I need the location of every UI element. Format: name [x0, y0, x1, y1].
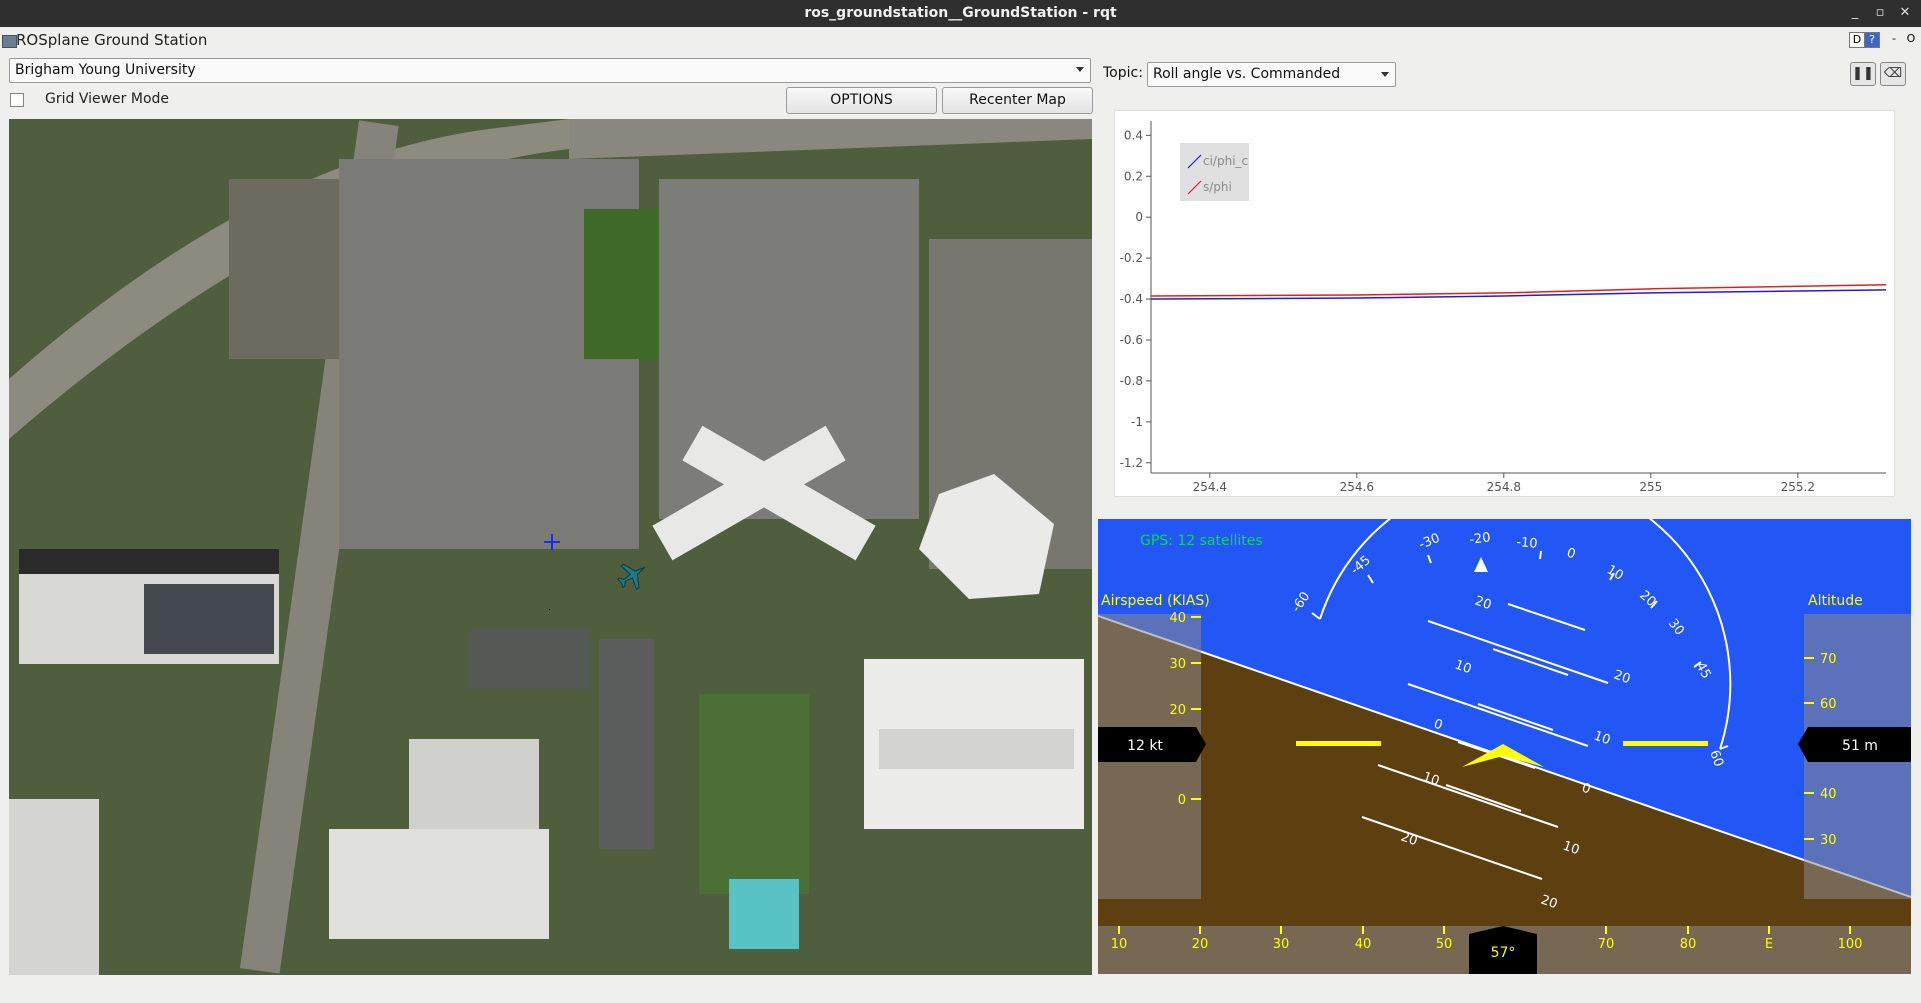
- legend-label: ci/phi_c: [1203, 154, 1248, 168]
- heading-tick: 70: [1598, 937, 1615, 952]
- altitude-title: Altitude: [1808, 593, 1863, 609]
- topic-select[interactable]: Roll angle vs. Commanded: [1147, 62, 1396, 87]
- altitude-tick: 70: [1820, 652, 1837, 667]
- chevron-down-icon: [1381, 72, 1389, 77]
- roll-label: -20: [1468, 530, 1491, 548]
- heading-tick: 30: [1273, 937, 1290, 952]
- close-button[interactable]: ✕: [1896, 4, 1914, 22]
- pause-icon: ❚❚: [1852, 66, 1874, 81]
- heading-tick: 100: [1838, 937, 1863, 952]
- series-line: [1150, 283, 1887, 297]
- minimize-plugin-button[interactable]: -: [1887, 32, 1901, 46]
- airspeed-tick: 30: [1169, 657, 1186, 672]
- close-plugin-button[interactable]: O: [1904, 32, 1918, 46]
- x-tick-label: 254.4: [1193, 480, 1227, 494]
- heading-tick: E: [1765, 937, 1773, 952]
- airspeed-value: 12 kt: [1127, 738, 1163, 754]
- satellite-map[interactable]: [9, 119, 1092, 975]
- clear-plot-button[interactable]: ⌫: [1880, 62, 1906, 86]
- y-tick-label: -0.6: [1120, 333, 1143, 347]
- minimize-button[interactable]: _: [1846, 4, 1864, 22]
- location-select[interactable]: Brigham Young University: [9, 58, 1091, 83]
- x-tick-label: 254.8: [1487, 480, 1521, 494]
- heading-tick: 10: [1111, 937, 1128, 952]
- altitude-tick: 40: [1820, 787, 1837, 802]
- x-tick-label: 255.2: [1781, 480, 1815, 494]
- series-line: [1150, 289, 1887, 300]
- plugin-icon: [2, 35, 17, 48]
- chevron-down-icon: [1076, 67, 1084, 72]
- location-select-value: Brigham Young University: [15, 62, 196, 78]
- x-tick-label: 254.6: [1340, 480, 1374, 494]
- y-tick-label: -0.4: [1120, 292, 1143, 306]
- altitude-tick: 60: [1820, 697, 1837, 712]
- airspeed-tick: 0: [1178, 793, 1186, 808]
- recenter-map-button[interactable]: Recenter Map: [942, 87, 1093, 114]
- y-tick-label: -0.2: [1120, 251, 1143, 265]
- gps-status: GPS: 12 satellites: [1140, 533, 1263, 549]
- heading-tick: 20: [1192, 937, 1209, 952]
- window-title: ros_groundstation__GroundStation - rqt: [804, 5, 1117, 21]
- plugin-header: ROSplane Ground Station D ? - O: [0, 27, 1921, 53]
- help-button[interactable]: ?: [1864, 32, 1880, 48]
- attitude-hud: GPS: 12 satellites -60 -45 -30 -20 -10 0…: [1098, 519, 1911, 974]
- heading-tick: 40: [1355, 937, 1372, 952]
- heading-value: 57°: [1491, 945, 1516, 961]
- roll-label: -10: [1516, 535, 1538, 552]
- hud-canvas: GPS: 12 satellites -60 -45 -30 -20 -10 0…: [1098, 519, 1911, 974]
- restore-button[interactable]: ▫: [1871, 4, 1889, 22]
- x-tick-label: 255: [1639, 480, 1662, 494]
- altitude-value: 51 m: [1842, 738, 1878, 754]
- y-tick-label: -0.8: [1120, 374, 1143, 388]
- y-tick-label: 0: [1135, 210, 1143, 224]
- clear-icon: ⌫: [1883, 66, 1903, 81]
- y-tick-label: -1: [1131, 415, 1143, 429]
- options-button[interactable]: OPTIONS: [786, 87, 937, 114]
- y-tick-label: 0.4: [1124, 128, 1143, 142]
- waypoint-crosshair-icon[interactable]: [544, 534, 560, 550]
- plot-canvas: 0.4 0.2 0 -0.2 -0.4 -0.6 -0.8 -1 -1.2 254.4 254.6 2…: [1120, 121, 1887, 494]
- heading-tick: 50: [1436, 937, 1453, 952]
- roll-angle-plot[interactable]: 0.4 0.2 0 -0.2 -0.4 -0.6 -0.8 -1 -1.2 254.4 254.6 2…: [1114, 110, 1895, 497]
- y-tick-label: -1.2: [1120, 456, 1143, 470]
- airspeed-tick: 40: [1169, 611, 1186, 626]
- airspeed-tick: 20: [1169, 703, 1186, 718]
- window-titlebar: ros_groundstation__GroundStation - rqt _…: [0, 0, 1921, 27]
- legend-label: s/phi: [1203, 180, 1232, 194]
- aircraft-icon: [617, 563, 646, 591]
- grid-viewer-label: Grid Viewer Mode: [45, 91, 170, 107]
- pause-button[interactable]: ❚❚: [1850, 62, 1876, 86]
- plugin-title: ROSplane Ground Station: [16, 31, 208, 49]
- y-tick-label: 0.2: [1124, 169, 1143, 183]
- altitude-tick: 30: [1820, 833, 1837, 848]
- airspeed-title: Airspeed (KIAS): [1101, 593, 1210, 609]
- dock-button[interactable]: D: [1849, 32, 1865, 48]
- grid-viewer-checkbox[interactable]: [10, 93, 24, 107]
- heading-tick: 80: [1680, 937, 1697, 952]
- topic-select-value: Roll angle vs. Commanded: [1153, 66, 1341, 82]
- topic-label: Topic:: [1103, 65, 1143, 81]
